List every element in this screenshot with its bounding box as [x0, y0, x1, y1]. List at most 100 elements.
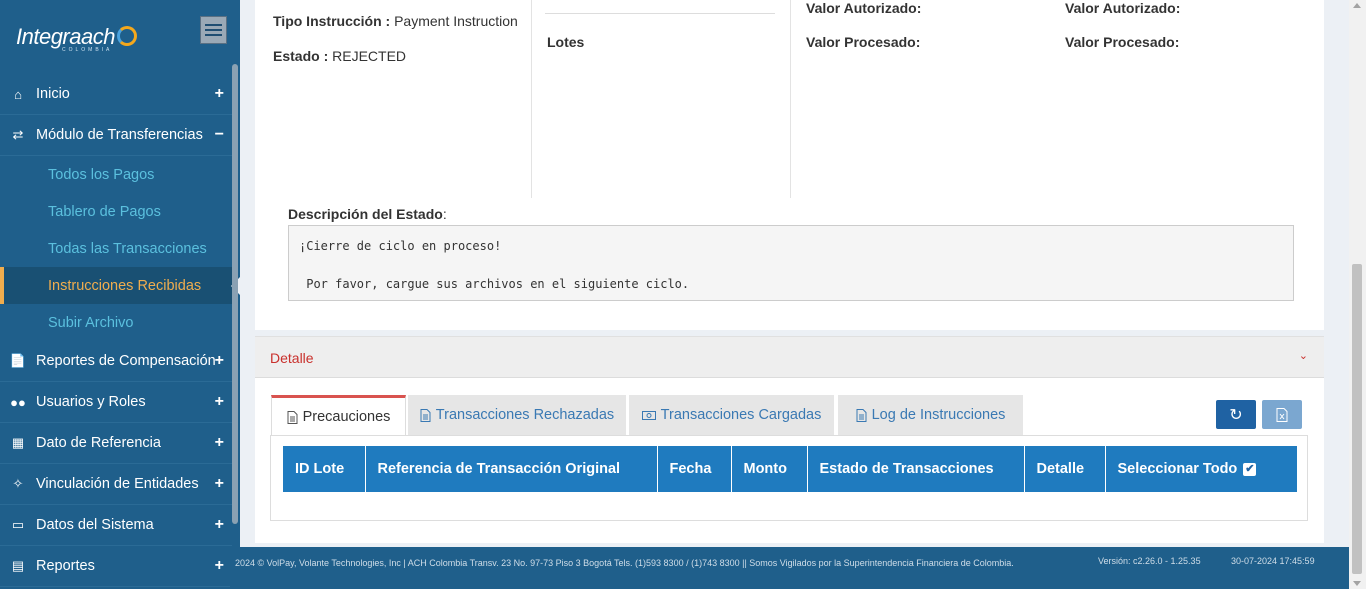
- expand-icon: +: [214, 557, 224, 574]
- sidebar-item-label: Módulo de Transferencias: [36, 127, 203, 143]
- sidebar-item-label: Reportes: [36, 558, 95, 574]
- sidebar-item-label: Inicio: [36, 86, 70, 102]
- transactions-table: ID Lote Referencia de Transacción Origin…: [283, 446, 1297, 494]
- select-all-checkbox[interactable]: ✔: [1243, 462, 1257, 476]
- col-fecha[interactable]: Fecha: [657, 446, 732, 494]
- col-monto[interactable]: Monto: [731, 446, 808, 494]
- footer-datetime: 30-07-2024 17:45:59: [1231, 556, 1315, 566]
- tab-transacciones-rechazadas[interactable]: Transacciones Rechazadas: [408, 395, 626, 435]
- calendar-icon: ▦: [11, 435, 25, 450]
- col-id-lote[interactable]: ID Lote: [283, 446, 366, 494]
- divider: [531, 0, 532, 198]
- export-excel-button[interactable]: [1262, 400, 1302, 429]
- sidebar-item-label: Dato de Referencia: [36, 435, 161, 451]
- tab-label: Log de Instrucciones: [871, 407, 1006, 423]
- sidebar-item-inicio[interactable]: ⌂ Inicio +: [0, 74, 232, 115]
- col-estado-transacciones[interactable]: Estado de Transacciones: [807, 446, 1025, 494]
- sidebar-nav: ⌂ Inicio + ⇄ Módulo de Transferencias − …: [0, 74, 240, 587]
- file-text-icon: [856, 408, 867, 422]
- scroll-down-arrow-icon[interactable]: [1353, 581, 1361, 586]
- tab-label: Transacciones Rechazadas: [435, 407, 615, 423]
- users-icon: ●●: [10, 394, 26, 410]
- tab-transacciones-cargadas[interactable]: Transacciones Cargadas: [629, 395, 834, 435]
- sidebar-item-reportes[interactable]: ▤ Reportes +: [0, 546, 232, 587]
- scrollbar-thumb[interactable]: [1352, 264, 1362, 574]
- sidebar-subitem-todas-transacciones[interactable]: Todas las Transacciones: [0, 230, 232, 267]
- sidebar-item-datos-sistema[interactable]: ▭ Datos del Sistema +: [0, 505, 232, 546]
- sidebar-item-dato-referencia[interactable]: ▦ Dato de Referencia +: [0, 423, 232, 464]
- sidebar-item-label: Datos del Sistema: [36, 517, 154, 533]
- tipo-instruccion-value: Payment Instruction: [394, 13, 518, 29]
- page-scrollbar[interactable]: [1349, 0, 1366, 589]
- valor-autorizado-2: Valor Autorizado:: [1065, 0, 1181, 16]
- detalle-section-header[interactable]: Detalle ⌄: [255, 336, 1324, 378]
- chevron-down-icon[interactable]: ⌄: [1299, 349, 1308, 362]
- sidebar-subitem-tablero-pagos[interactable]: Tablero de Pagos: [0, 193, 232, 230]
- sidebar: Integraach COLOMBIA ⌂ Inicio + ⇄ Módulo …: [0, 0, 240, 589]
- expand-icon: +: [214, 352, 224, 369]
- col-seleccionar-todo: Seleccionar Todo ✔: [1105, 446, 1297, 494]
- logo-subtext: COLOMBIA: [62, 47, 113, 53]
- expand-icon: +: [214, 393, 224, 410]
- tab-label: Precauciones: [302, 409, 391, 425]
- footer-version: Versión: c2.26.0 - 1.25.35: [1098, 556, 1201, 566]
- refresh-icon: ↻: [1229, 406, 1243, 424]
- instruction-info-panel: Tipo Instrucción : Payment Instruction E…: [255, 0, 1324, 330]
- logo[interactable]: Integraach COLOMBIA: [16, 24, 137, 53]
- footer-copyright: 2024 © VolPay, Volante Technologies, Inc…: [235, 558, 1014, 568]
- sidebar-item-label: Usuarios y Roles: [36, 394, 146, 410]
- file-text-icon: [420, 408, 431, 422]
- collapse-icon: −: [214, 126, 224, 143]
- divider: [790, 0, 791, 198]
- footer: 2024 © VolPay, Volante Technologies, Inc…: [230, 547, 1349, 589]
- sidebar-item-modulo-transferencias[interactable]: ⇄ Módulo de Transferencias −: [0, 115, 232, 156]
- sidebar-subitem-instrucciones-recibidas[interactable]: Instrucciones Recibidas: [0, 267, 240, 304]
- sidebar-item-label: Vinculación de Entidades: [36, 476, 199, 492]
- table-header-row: ID Lote Referencia de Transacción Origin…: [283, 446, 1297, 494]
- tab-precauciones[interactable]: Precauciones: [271, 395, 406, 436]
- file-icon: 📄: [9, 353, 27, 368]
- tipo-instruccion-label: Tipo Instrucción :: [273, 13, 391, 29]
- col-detalle[interactable]: Detalle: [1024, 446, 1106, 494]
- report-icon: ▤: [11, 558, 25, 573]
- detalle-tabs-area: Precauciones Transacciones Rechazadas Tr…: [255, 378, 1324, 543]
- descripcion-estado-label: Descripción del Estado:: [288, 206, 447, 222]
- refresh-button[interactable]: ↻: [1216, 400, 1256, 429]
- link-icon: ✧: [12, 476, 24, 491]
- sidebar-scrollbar[interactable]: [232, 64, 238, 524]
- expand-icon: +: [214, 516, 224, 533]
- tab-log-instrucciones[interactable]: Log de Instrucciones: [838, 395, 1023, 435]
- estado-field: Estado : REJECTED: [273, 48, 406, 64]
- valor-procesado-2: Valor Procesado:: [1065, 34, 1180, 50]
- file-text-icon: [287, 410, 298, 424]
- excel-file-icon: [1276, 407, 1288, 422]
- exchange-icon: ⇄: [12, 127, 24, 142]
- expand-icon: +: [214, 85, 224, 102]
- home-icon: ⌂: [14, 86, 22, 102]
- sidebar-item-reportes-compensacion[interactable]: 📄 Reportes de Compensación +: [0, 341, 232, 382]
- menu-toggle-button[interactable]: [200, 16, 227, 44]
- lotes-label: Lotes: [547, 34, 585, 50]
- estado-value: REJECTED: [332, 48, 407, 64]
- logo-ring-icon: [116, 26, 137, 47]
- sidebar-subitem-subir-archivo[interactable]: Subir Archivo: [0, 304, 232, 341]
- detalle-title: Detalle: [270, 350, 314, 366]
- sidebar-item-label: Reportes de Compensación: [36, 353, 216, 369]
- col-referencia[interactable]: Referencia de Transacción Original: [365, 446, 658, 494]
- logo-text: Integraach: [16, 24, 115, 49]
- tab-label: Transacciones Cargadas: [660, 407, 822, 423]
- hamburger-icon: [205, 24, 222, 26]
- sidebar-item-vinculacion-entidades[interactable]: ✧ Vinculación de Entidades +: [0, 464, 232, 505]
- sidebar-item-usuarios-roles[interactable]: ●● Usuarios y Roles +: [0, 382, 232, 423]
- money-icon: [641, 410, 656, 420]
- tipo-instruccion-field: Tipo Instrucción : Payment Instruction: [273, 13, 518, 29]
- divider: [545, 13, 775, 14]
- sidebar-subitem-todos-pagos[interactable]: Todos los Pagos: [0, 156, 232, 193]
- expand-icon: +: [214, 475, 224, 492]
- monitor-icon: ▭: [11, 517, 25, 532]
- scroll-up-arrow-icon[interactable]: [1353, 3, 1361, 8]
- descripcion-estado-box: ¡Cierre de ciclo en proceso! Por favor, …: [288, 225, 1294, 301]
- main-content: Tipo Instrucción : Payment Instruction E…: [255, 0, 1324, 547]
- transactions-table-container: ID Lote Referencia de Transacción Origin…: [270, 435, 1308, 521]
- expand-icon: +: [214, 434, 224, 451]
